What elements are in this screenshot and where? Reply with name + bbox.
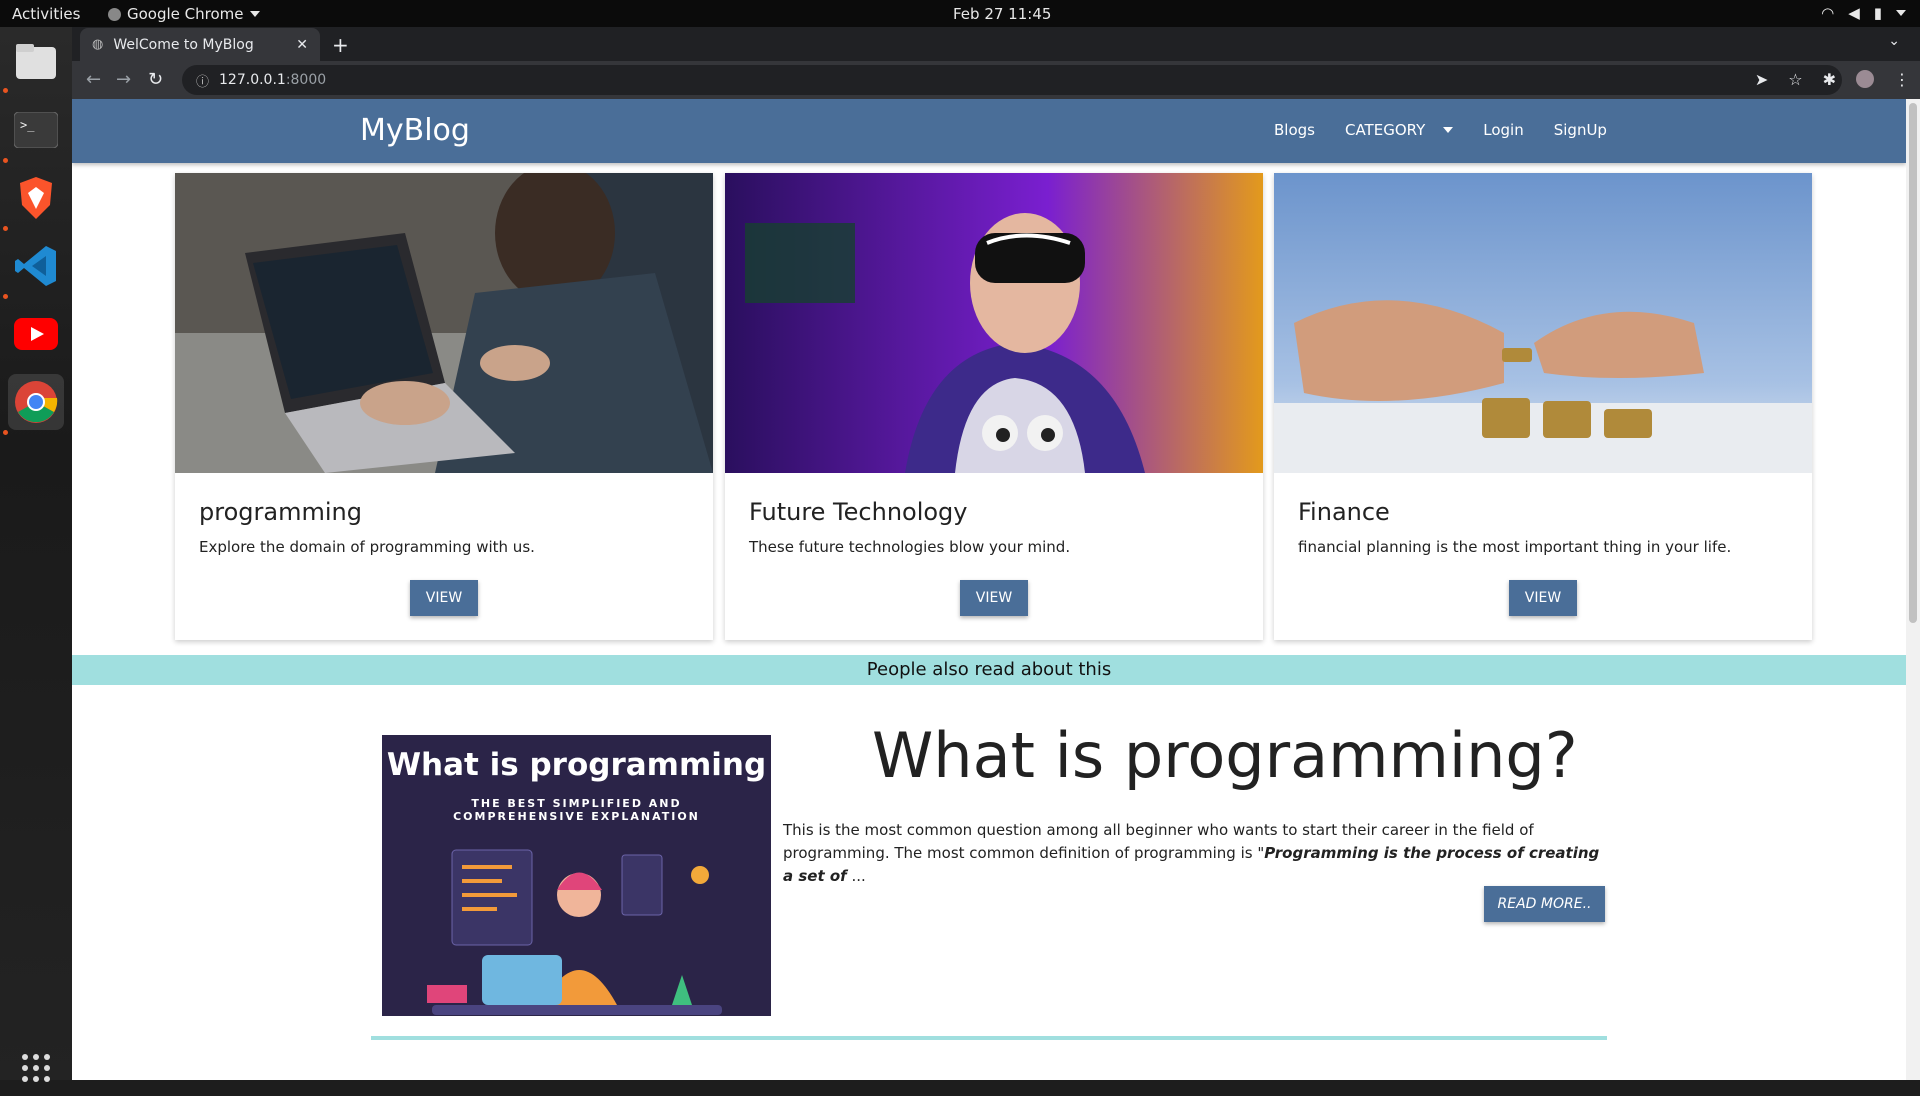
view-button[interactable]: VIEW	[960, 580, 1028, 616]
svg-text:>_: >_	[20, 118, 35, 132]
post-excerpt-ellipsis: ...	[846, 867, 866, 885]
thumbnail-heading: What is programming	[386, 747, 767, 783]
address-bar[interactable]: ⓘ 127.0.0.1:8000	[182, 65, 1842, 95]
related-banner: People also read about this	[72, 655, 1906, 685]
finance-image	[1274, 173, 1812, 473]
post-thumbnail[interactable]: What is programming THE BEST SIMPLIFIED …	[382, 735, 771, 1016]
caret-down-icon	[1443, 127, 1454, 133]
running-indicator	[3, 294, 8, 299]
nav-category-label: CATEGORY	[1344, 121, 1426, 139]
back-icon[interactable]: ←	[86, 69, 101, 90]
page-scrollbar[interactable]	[1906, 99, 1920, 1080]
files-icon[interactable]	[8, 34, 64, 90]
star-icon[interactable]: ☆	[1788, 70, 1802, 89]
send-icon[interactable]: ➤	[1755, 70, 1768, 89]
url-port: :8000	[285, 72, 327, 88]
clock[interactable]: Feb 27 11:45	[953, 5, 1051, 23]
card-description: financial planning is the most important…	[1298, 538, 1732, 556]
post-excerpt: This is the most common question among a…	[783, 819, 1613, 888]
category-card-finance: Finance financial planning is the most i…	[1274, 173, 1812, 640]
activities-button[interactable]: Activities	[12, 5, 80, 23]
menu-icon[interactable]: ⋮	[1894, 70, 1910, 89]
tab-strip: ◍ WelCome to MyBlog ✕ + ⌄	[72, 27, 1920, 61]
dock: >_	[0, 27, 72, 1082]
system-top-bar: Activities Google Chrome Feb 27 11:45 ◠ …	[0, 0, 1920, 27]
forward-icon[interactable]: →	[116, 69, 131, 90]
vscode-icon[interactable]	[8, 238, 64, 294]
nav-links: Blogs CATEGORY Login SignUp	[1274, 121, 1607, 139]
avatar[interactable]	[1856, 70, 1874, 88]
tab-search-button[interactable]: ⌄	[1888, 33, 1900, 49]
volume-icon: ◀	[1848, 4, 1860, 22]
card-title: Finance	[1298, 498, 1390, 526]
nav-category-dropdown[interactable]: CATEGORY	[1344, 121, 1454, 139]
info-icon[interactable]: ⓘ	[196, 71, 209, 90]
chrome-small-icon	[108, 7, 121, 21]
nav-blogs[interactable]: Blogs	[1274, 121, 1315, 139]
card-description: These future technologies blow your mind…	[749, 538, 1071, 556]
globe-icon: ◍	[92, 37, 104, 52]
terminal-icon[interactable]: >_	[8, 102, 64, 158]
category-card-future-technology: Future Technology These future technolog…	[725, 173, 1263, 640]
read-more-button[interactable]: READ MORE..	[1484, 886, 1605, 922]
running-indicator	[3, 430, 8, 435]
site-navbar: MyBlog Blogs CATEGORY Login SignUp	[72, 99, 1906, 163]
category-card-programming: programming Explore the domain of progra…	[175, 173, 713, 640]
card-description: Explore the domain of programming with u…	[199, 538, 535, 556]
youtube-icon[interactable]	[8, 306, 64, 362]
brave-icon[interactable]	[8, 170, 64, 226]
nav-login[interactable]: Login	[1483, 121, 1523, 139]
tab-myblog[interactable]: ◍ WelCome to MyBlog ✕	[80, 28, 320, 61]
tab-title: WelCome to MyBlog	[113, 36, 254, 53]
chevron-down-icon	[249, 11, 260, 17]
running-indicator	[3, 88, 8, 93]
running-indicator	[3, 158, 8, 163]
card-title: Future Technology	[749, 498, 968, 526]
reload-icon[interactable]: ↻	[148, 69, 163, 90]
battery-icon: ▮	[1873, 4, 1882, 22]
site-brand[interactable]: MyBlog	[360, 113, 470, 148]
card-title: programming	[199, 498, 362, 526]
extensions-icon[interactable]: ✱	[1823, 70, 1836, 89]
running-indicator	[3, 226, 8, 231]
new-tab-button[interactable]: +	[332, 33, 349, 57]
view-button[interactable]: VIEW	[410, 580, 478, 616]
url-host: 127.0.0.1	[219, 72, 286, 88]
programming-image	[175, 173, 713, 473]
close-icon[interactable]: ✕	[296, 37, 308, 53]
wifi-icon: ◠	[1821, 4, 1835, 22]
thumbnail-subheading: THE BEST SIMPLIFIED AND COMPREHENSIVE EX…	[453, 797, 700, 823]
app-menu[interactable]: Google Chrome	[108, 5, 260, 23]
page-viewport: MyBlog Blogs CATEGORY Login SignUp progr…	[72, 99, 1906, 1080]
post-title: What is programming?	[872, 719, 1578, 792]
future-technology-image	[725, 173, 1263, 473]
programmer-illustration	[427, 849, 722, 1015]
show-apps-icon[interactable]	[8, 1040, 64, 1096]
chrome-icon[interactable]	[8, 374, 64, 430]
app-name: Google Chrome	[127, 5, 244, 23]
view-button[interactable]: VIEW	[1509, 580, 1577, 616]
system-tray[interactable]: ◠ ◀ ▮	[1821, 4, 1906, 22]
browser-toolbar: ← → ↻ ⓘ 127.0.0.1:8000 ➤ ☆ ✱ ⋮	[72, 61, 1920, 99]
chevron-down-icon	[1896, 10, 1906, 16]
nav-signup[interactable]: SignUp	[1554, 121, 1607, 139]
section-divider	[371, 1036, 1607, 1040]
toolbar-actions: ➤ ☆ ✱ ⋮	[1755, 70, 1910, 89]
scrollbar-thumb[interactable]	[1909, 103, 1917, 623]
